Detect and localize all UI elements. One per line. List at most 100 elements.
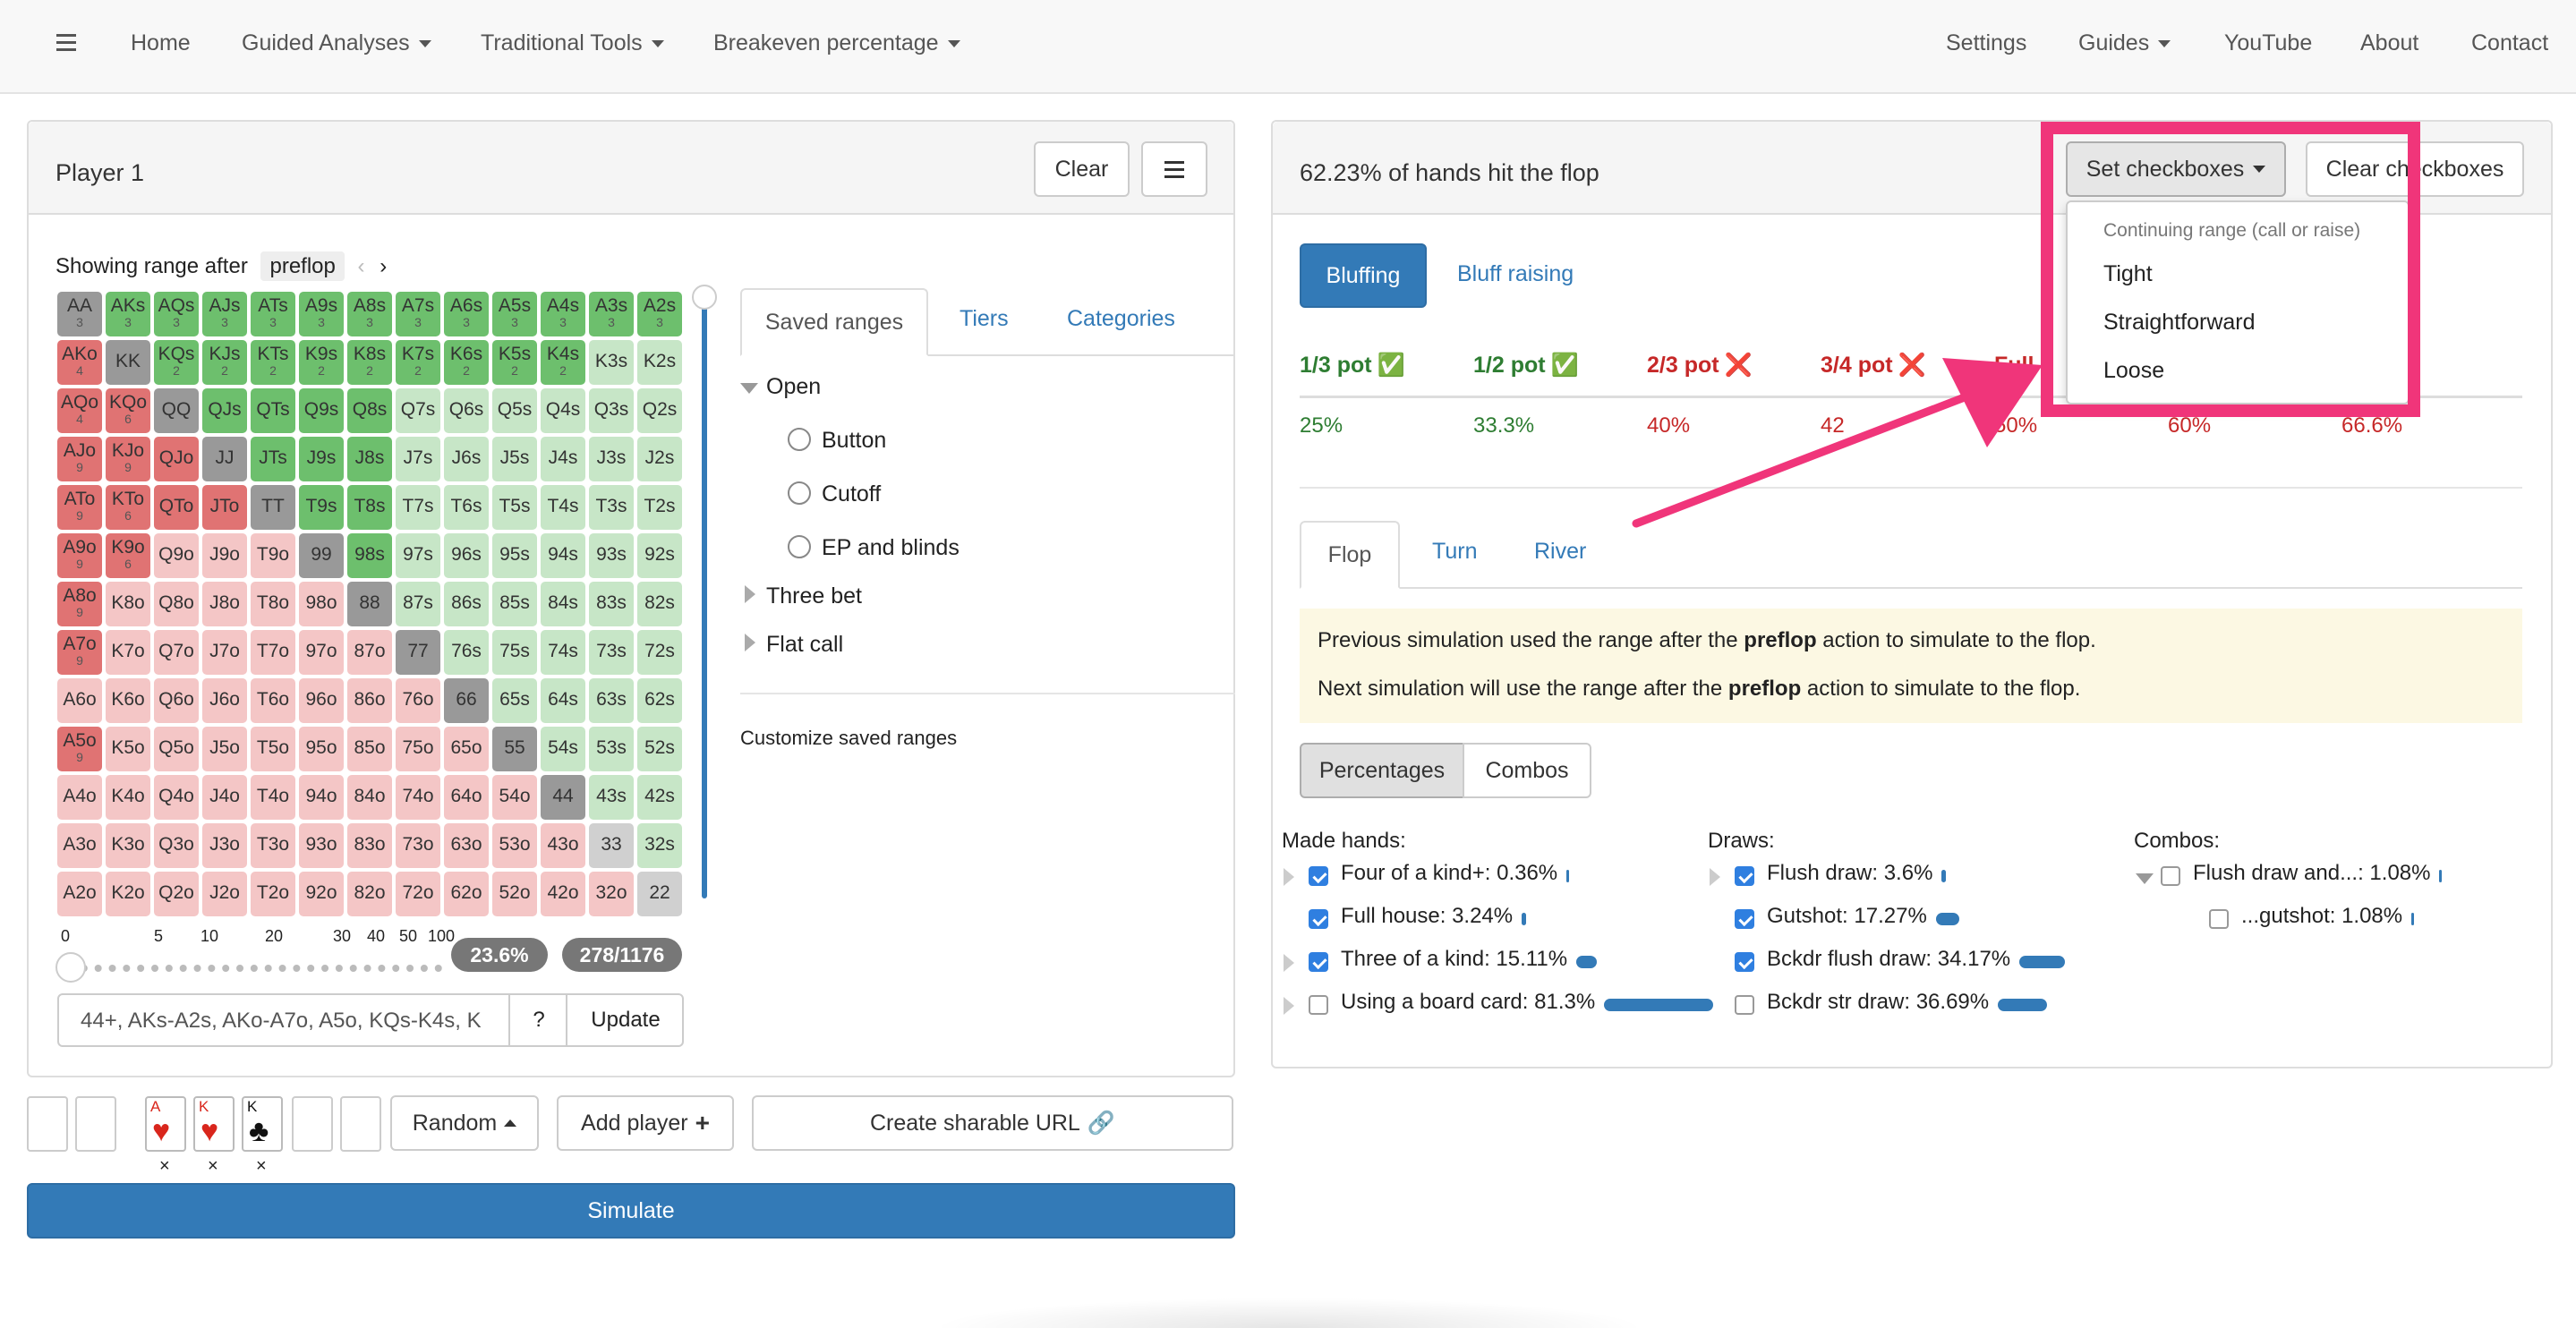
range-cell[interactable]: K7s 2 <box>396 340 440 385</box>
tab-river[interactable]: River <box>1534 539 1586 565</box>
range-grid[interactable]: AA 3 AKs 3 AQs 3 AJs 3 ATs 3 A9s 3 A8s 3 A7s 3 A6s 3 A5s 3 A… <box>57 292 684 918</box>
clear-button[interactable]: Clear <box>1034 141 1130 197</box>
range-cell[interactable]: A6o <box>57 678 102 723</box>
draw-item[interactable]: Bckdr str draw: 36.69% <box>1767 990 1989 1015</box>
range-cell[interactable]: Q7s <box>396 388 440 433</box>
expand-right-icon[interactable] <box>1284 997 1294 1015</box>
range-cell[interactable]: A5s 3 <box>492 292 537 336</box>
range-cell[interactable]: K5s 2 <box>492 340 537 385</box>
made-hand-item[interactable]: Three of a kind: 15.11% <box>1341 947 1567 972</box>
update-button[interactable]: Update <box>566 995 684 1045</box>
range-cell[interactable]: K4o <box>106 775 150 820</box>
range-cell[interactable]: 66 <box>444 678 489 723</box>
range-cell[interactable]: 52o <box>492 872 537 916</box>
range-cell[interactable]: 87s <box>396 582 440 626</box>
range-cell[interactable]: Q8s <box>347 388 392 433</box>
range-cell[interactable]: AQs 3 <box>154 292 199 336</box>
chevron-right-icon[interactable]: › <box>380 254 387 278</box>
range-cell[interactable]: 54o <box>492 775 537 820</box>
range-cell[interactable]: J3s <box>589 437 634 481</box>
range-cell[interactable]: 83s <box>589 582 634 626</box>
range-cell[interactable]: 52s <box>637 727 682 771</box>
empty-card-slot[interactable] <box>292 1096 333 1152</box>
range-cell[interactable]: KJs 2 <box>202 340 247 385</box>
range-cell[interactable]: K2s <box>637 340 682 385</box>
range-cell[interactable]: T3o <box>251 823 295 868</box>
range-cell[interactable]: 54s <box>541 727 585 771</box>
tab-tiers[interactable]: Tiers <box>960 306 1009 332</box>
range-cell[interactable]: 92s <box>637 533 682 578</box>
made-hand-item[interactable]: Four of a kind+: 0.36% <box>1341 861 1557 886</box>
range-cell[interactable]: 97s <box>396 533 440 578</box>
range-cell[interactable]: 53s <box>589 727 634 771</box>
range-cell[interactable]: 32s <box>637 823 682 868</box>
range-cell[interactable]: TT <box>251 485 295 530</box>
nav-settings[interactable]: Settings <box>1946 30 2026 56</box>
range-cell[interactable]: K5o <box>106 727 150 771</box>
range-cell[interactable]: K8o <box>106 582 150 626</box>
range-cell[interactable]: Q7o <box>154 630 199 675</box>
range-cell[interactable]: T8o <box>251 582 295 626</box>
range-cell[interactable]: KTs 2 <box>251 340 295 385</box>
range-cell[interactable]: Q6s <box>444 388 489 433</box>
range-cell[interactable]: T9o <box>251 533 295 578</box>
range-cell[interactable]: J7s <box>396 437 440 481</box>
range-cell[interactable]: QJo <box>154 437 199 481</box>
checkbox[interactable] <box>1309 995 1328 1015</box>
range-cell[interactable]: AA 3 <box>57 292 102 336</box>
percentages-toggle[interactable]: Percentages <box>1300 743 1464 798</box>
range-cell[interactable]: 43s <box>589 775 634 820</box>
range-cell[interactable]: J7o <box>202 630 247 675</box>
expand-right-icon[interactable] <box>1284 868 1294 886</box>
remove-card-icon[interactable]: × <box>208 1156 218 1177</box>
range-cell[interactable]: QTo <box>154 485 199 530</box>
range-cell[interactable]: A4o <box>57 775 102 820</box>
random-button[interactable]: Random <box>390 1095 539 1151</box>
range-cell[interactable]: K7o <box>106 630 150 675</box>
range-cell[interactable]: T2o <box>251 872 295 916</box>
customize-link[interactable]: Customize saved ranges <box>740 727 957 750</box>
checkbox[interactable] <box>1735 995 1754 1015</box>
range-cell[interactable]: A9s 3 <box>299 292 344 336</box>
range-cell[interactable]: Q5o <box>154 727 199 771</box>
radio-cutoff[interactable] <box>788 481 811 505</box>
range-cell[interactable]: Q3o <box>154 823 199 868</box>
range-cell[interactable]: 43o <box>541 823 585 868</box>
vertical-slider-track[interactable] <box>702 295 707 898</box>
range-cell[interactable]: JTo <box>202 485 247 530</box>
range-cell[interactable]: J4s <box>541 437 585 481</box>
range-cell[interactable]: A4s 3 <box>541 292 585 336</box>
remove-card-icon[interactable]: × <box>256 1156 267 1177</box>
bluff-raising-button[interactable]: Bluff raising <box>1457 261 1574 287</box>
board-card-3[interactable]: K ♣ <box>242 1096 283 1152</box>
range-cell[interactable]: 92o <box>299 872 344 916</box>
range-cell[interactable]: JJ <box>202 437 247 481</box>
tab-flop[interactable]: Flop <box>1300 521 1400 589</box>
draw-item[interactable]: Gutshot: 17.27% <box>1767 904 1927 929</box>
range-cell[interactable]: J3o <box>202 823 247 868</box>
range-cell[interactable]: 76s <box>444 630 489 675</box>
range-cell[interactable]: 99 <box>299 533 344 578</box>
checkbox[interactable] <box>1309 866 1328 886</box>
radio-button[interactable] <box>788 428 811 451</box>
range-cell[interactable]: 63s <box>589 678 634 723</box>
range-cell[interactable]: ATs 3 <box>251 292 295 336</box>
range-cell[interactable]: 85s <box>492 582 537 626</box>
range-cell[interactable]: 62s <box>637 678 682 723</box>
nav-breakeven[interactable]: Breakeven percentage <box>713 30 960 56</box>
range-cell[interactable]: Q9s <box>299 388 344 433</box>
option-ep-label[interactable]: EP and blinds <box>822 535 960 561</box>
three-bet-label[interactable]: Three bet <box>766 583 862 609</box>
range-cell[interactable]: J9o <box>202 533 247 578</box>
range-cell[interactable]: T6s <box>444 485 489 530</box>
option-cutoff-label[interactable]: Cutoff <box>822 481 881 507</box>
board-card-2[interactable]: K ♥ <box>193 1096 235 1152</box>
nav-guides[interactable]: Guides <box>2078 30 2171 56</box>
help-button[interactable]: ? <box>508 995 567 1045</box>
range-cell[interactable]: KTo 6 <box>106 485 150 530</box>
range-cell[interactable]: 94s <box>541 533 585 578</box>
range-cell[interactable]: 95o <box>299 727 344 771</box>
made-hand-item[interactable]: Full house: 3.24% <box>1341 904 1513 929</box>
range-cell[interactable]: 77 <box>396 630 440 675</box>
range-cell[interactable]: 82o <box>347 872 392 916</box>
